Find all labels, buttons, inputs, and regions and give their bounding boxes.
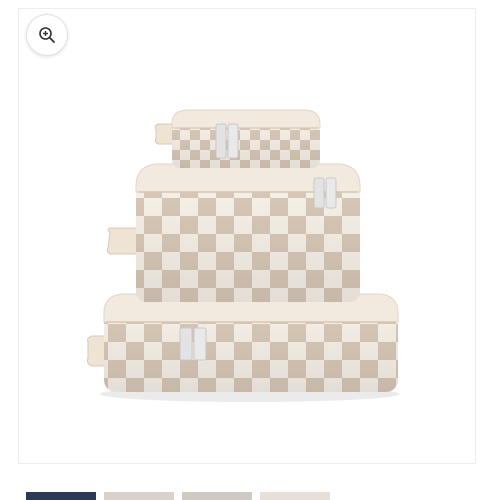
thumbnail-4[interactable]	[260, 492, 330, 500]
product-image-page	[0, 0, 500, 500]
zoom-button[interactable]	[26, 14, 68, 56]
product-image-viewer[interactable]	[18, 8, 476, 464]
zoom-in-icon	[39, 27, 55, 43]
thumbnail-2[interactable]	[104, 492, 174, 500]
thumbnail-1[interactable]	[26, 492, 96, 500]
thumbnail-strip	[0, 492, 500, 500]
thumbnail-3[interactable]	[182, 492, 252, 500]
